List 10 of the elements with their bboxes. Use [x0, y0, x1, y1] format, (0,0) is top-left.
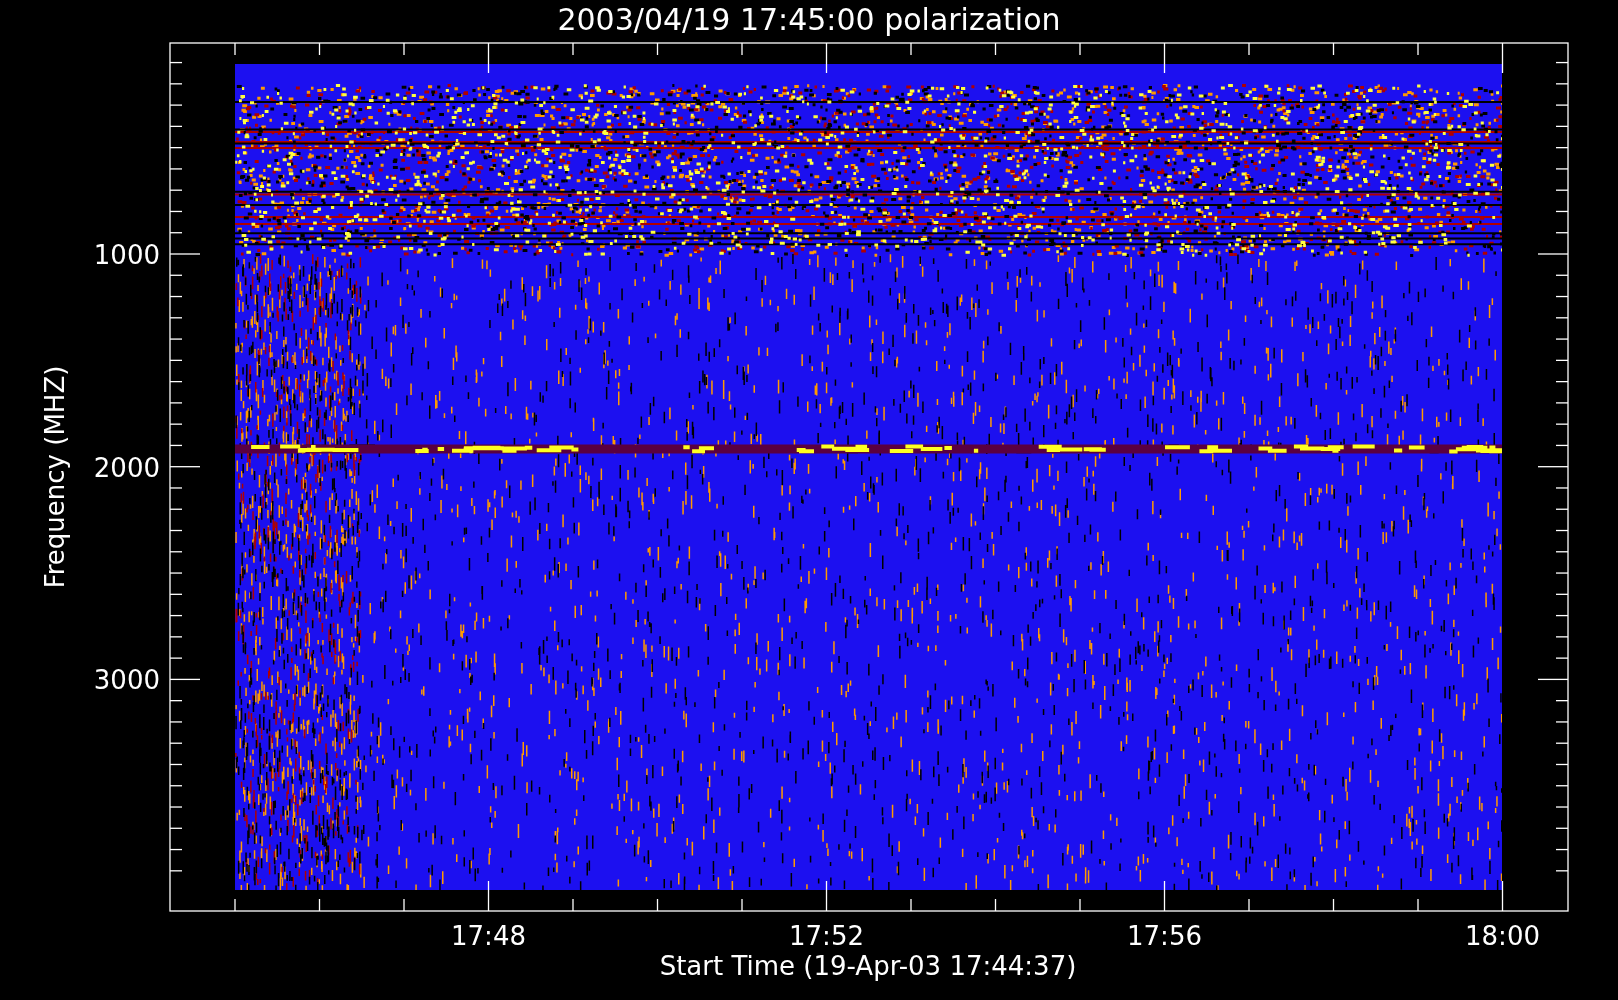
plot-title: 2003/04/19 17:45:00 polarization	[557, 2, 1061, 37]
x-tick-label: 17:48	[451, 921, 526, 951]
x-tick-label: 17:52	[789, 921, 864, 951]
x-axis-label: Start Time (19-Apr-03 17:44:37)	[659, 951, 1077, 981]
y-tick-label: 3000	[93, 665, 160, 696]
y-axis-label: Frequency (MHZ)	[40, 365, 70, 589]
y-tick-label: 1000	[93, 240, 160, 270]
x-tick-label: 18:00	[1465, 921, 1540, 951]
x-tick-label: 17:56	[1127, 921, 1202, 951]
y-tick-label: 2000	[93, 452, 160, 483]
